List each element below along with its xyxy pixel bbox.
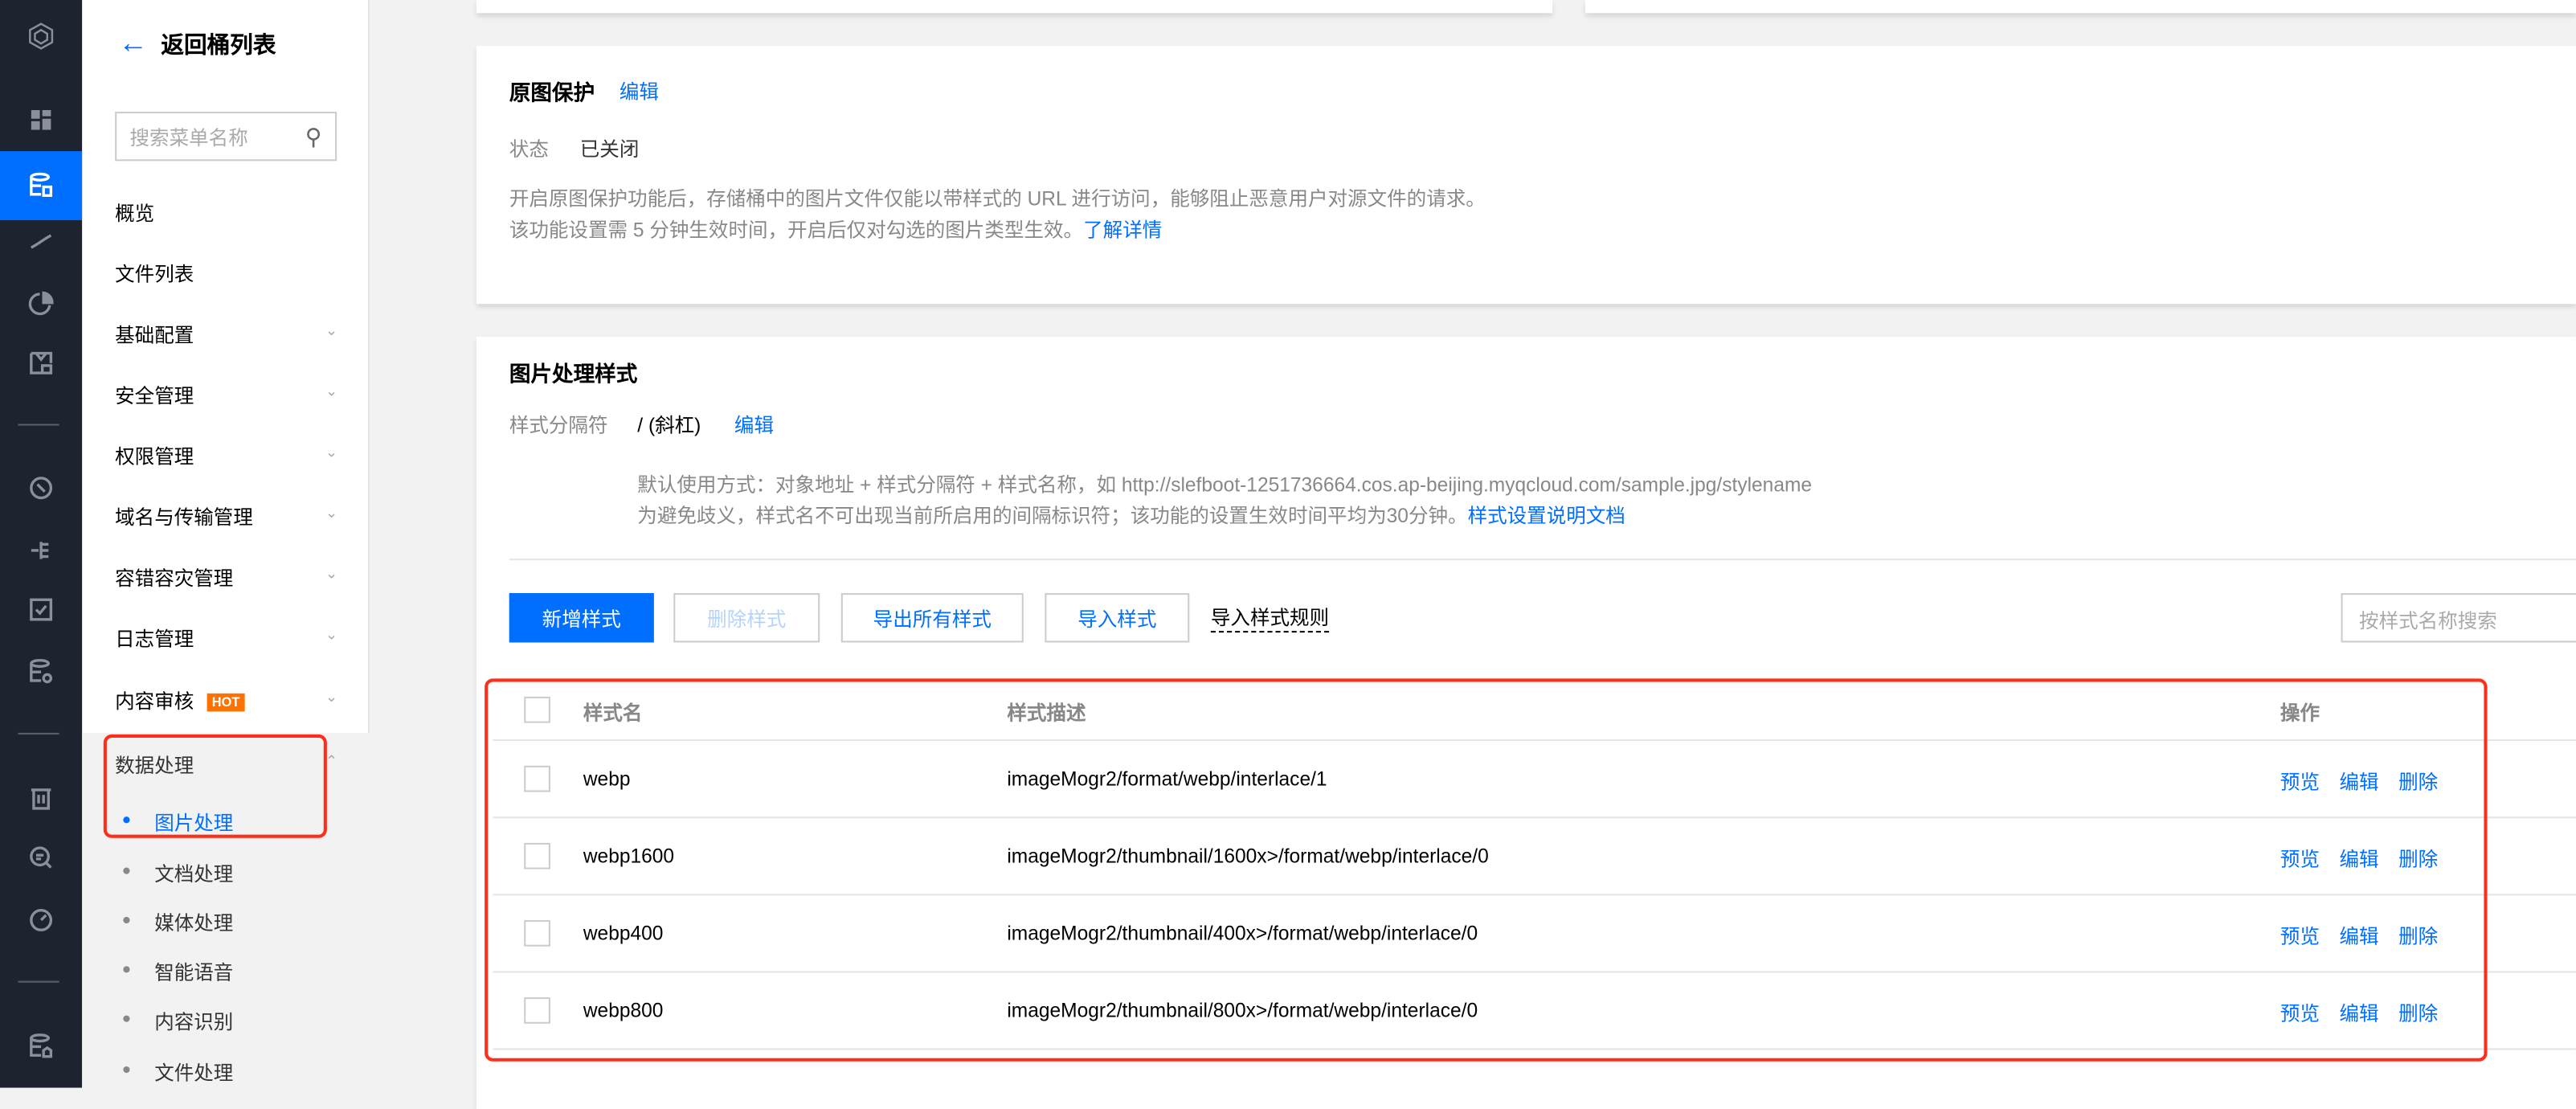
add-style-button[interactable]: 新增样式 — [509, 593, 654, 642]
bullet — [123, 1016, 129, 1022]
menu-item-file-list[interactable]: 文件列表 — [115, 260, 194, 288]
cos-logo-icon[interactable] — [0, 6, 82, 66]
menu-item-basic-config[interactable]: 基础配置 — [115, 321, 194, 349]
style-search-input[interactable]: 按样式名称搜索 — [2341, 593, 2576, 642]
tools-icon[interactable] — [0, 458, 82, 518]
edit-separator-link[interactable]: 编辑 — [734, 411, 774, 439]
menu-item-permissions[interactable]: 权限管理 — [115, 442, 194, 470]
monitor-icon[interactable] — [0, 334, 82, 393]
import-rules-link[interactable]: 导入样式规则 — [1211, 606, 1329, 632]
usage-desc-2: 为避免歧义，样式名不可出现当前所启用的间隔标识符；该功能的设置生效时间平均为30… — [637, 501, 1625, 530]
submenu-item-content-recognition[interactable]: 内容识别 — [154, 1007, 233, 1035]
storage-config-icon[interactable] — [0, 642, 82, 702]
status-value: 已关闭 — [580, 135, 640, 163]
back-to-bucket-list[interactable]: ←返回桶列表 — [118, 27, 276, 61]
protection-desc: 开启原图保护功能后，存储桶中的图片文件仅能以带样式的 URL 进行访问，能够阻止… — [509, 184, 1486, 212]
bucket-menu: ←返回桶列表 搜索菜单名称⚲ 概览 文件列表 基础配置 ⌄ 安全管理 ⌄ 权限管… — [82, 0, 370, 1088]
bullet — [123, 917, 129, 923]
product-icon-bar — [0, 0, 82, 1088]
menu-item-security[interactable]: 安全管理 — [115, 381, 194, 409]
submenu-item-document-processing[interactable]: 文档处理 — [154, 859, 233, 887]
chevron-down-icon: ⌄ — [325, 505, 337, 522]
highlight-box — [485, 678, 2487, 1061]
dashboard-icon[interactable] — [0, 90, 82, 149]
bucket-manage-icon[interactable] — [0, 1017, 82, 1077]
chevron-down-icon: ⌄ — [325, 383, 337, 400]
divider — [509, 559, 2576, 560]
style-doc-link[interactable]: 样式设置说明文档 — [1468, 505, 1625, 528]
chevron-down-icon: ⌄ — [325, 689, 337, 706]
menu-item-logs[interactable]: 日志管理 — [115, 624, 194, 653]
chevron-down-icon: ⌄ — [325, 626, 337, 644]
trash-icon[interactable] — [0, 769, 82, 829]
status-label: 状态 — [509, 135, 549, 163]
link-icon[interactable] — [0, 212, 82, 272]
divider — [18, 424, 59, 426]
menu-item-content-moderation[interactable]: 内容审核HOT — [115, 687, 244, 715]
section-title: 原图保护 — [509, 76, 595, 107]
bullet — [123, 966, 129, 972]
chevron-down-icon: ⌄ — [325, 565, 337, 583]
menu-search-input[interactable]: 搜索菜单名称⚲ — [115, 112, 337, 161]
migration-icon[interactable] — [0, 521, 82, 580]
search-icon[interactable]: ⚲ — [305, 122, 322, 150]
bullet — [123, 868, 129, 874]
original-protection-card: 原图保护 编辑 状态 已关闭 开启原图保护功能后，存储桶中的图片文件仅能以带样式… — [476, 46, 2576, 304]
separator-value: / (斜杠) — [637, 411, 701, 439]
divider — [18, 733, 59, 735]
highlight-box — [104, 735, 327, 838]
arrow-left-icon: ← — [118, 27, 148, 61]
import-styles-button[interactable]: 导入样式 — [1045, 593, 1189, 642]
divider — [18, 981, 59, 983]
task-check-icon[interactable] — [0, 580, 82, 640]
chevron-down-icon: ⌄ — [325, 444, 337, 461]
submenu-item-media-processing[interactable]: 媒体处理 — [154, 909, 233, 937]
usage-desc: 默认使用方式：对象地址 + 样式分隔符 + 样式名称，如 http://slef… — [637, 470, 1812, 498]
bullet — [123, 1066, 129, 1073]
hot-badge: HOT — [207, 694, 245, 711]
section-title: 图片处理样式 — [509, 357, 638, 388]
submenu-item-file-processing[interactable]: 文件处理 — [154, 1058, 233, 1086]
protection-desc-2: 该功能设置需 5 分钟生效时间，开启后仅对勾选的图片类型生效。了解详情 — [509, 215, 1162, 243]
export-styles-button[interactable]: 导出所有样式 — [841, 593, 1024, 642]
bucket-icon[interactable] — [0, 151, 82, 220]
submenu-item-speech[interactable]: 智能语音 — [154, 958, 233, 986]
chevron-down-icon: ⌄ — [325, 322, 337, 340]
search-log-icon[interactable] — [0, 828, 82, 887]
menu-item-disaster-recovery[interactable]: 容错容灾管理 — [115, 563, 233, 591]
pie-chart-icon[interactable] — [0, 274, 82, 334]
menu-item-domain-transfer[interactable]: 域名与传输管理 — [115, 503, 253, 531]
speedometer-icon[interactable] — [0, 890, 82, 950]
edit-protection-link[interactable]: 编辑 — [619, 77, 659, 105]
menu-item-overview[interactable]: 概览 — [115, 198, 154, 227]
separator-label: 样式分隔符 — [509, 411, 608, 439]
top-card-left — [476, 0, 1552, 13]
delete-style-button[interactable]: 删除样式 — [673, 593, 820, 642]
top-card-right — [1585, 0, 2576, 13]
learn-more-link[interactable]: 了解详情 — [1083, 219, 1162, 242]
chevron-up-icon: ⌃ — [325, 752, 337, 770]
